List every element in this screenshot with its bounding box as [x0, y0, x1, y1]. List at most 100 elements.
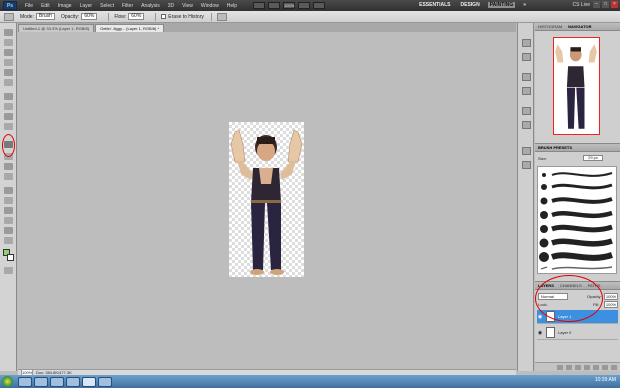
options-bar: Mode: Brush Opacity: 60% Flow: 60% Erase…	[0, 11, 620, 23]
menu-edit[interactable]: Edit	[41, 3, 50, 9]
arrange-documents-button[interactable]	[313, 2, 326, 9]
taskbar-app-icon[interactable]	[98, 376, 112, 387]
masks-panel-icon[interactable]	[522, 121, 531, 129]
windows-taskbar: 10:39 AM	[0, 375, 620, 388]
window-controls: – □ ×	[591, 1, 618, 8]
layer-row-layer-0[interactable]: ◉ Layer 0	[537, 326, 618, 340]
lasso-tool-icon[interactable]	[4, 49, 13, 56]
marquee-tool-icon[interactable]	[4, 39, 13, 46]
swatches-panel-icon[interactable]	[522, 87, 531, 95]
system-clock[interactable]: 10:39 AM	[595, 377, 616, 383]
workspace-painting[interactable]: PAINTING	[487, 2, 516, 8]
layer-fill-field[interactable]: 100%	[604, 301, 618, 308]
3d-rotate-tool-icon[interactable]	[4, 227, 13, 234]
menu-analysis[interactable]: Analysis	[141, 3, 160, 9]
new-layer-icon[interactable]	[602, 364, 608, 370]
background-color-swatch[interactable]	[7, 254, 14, 261]
navigator-preview[interactable]	[553, 37, 600, 135]
zoom-tool-icon[interactable]	[4, 237, 13, 244]
history-brush-tool-icon[interactable]	[4, 123, 13, 130]
menu-help[interactable]: Help	[227, 3, 237, 9]
menu-file[interactable]: File	[25, 3, 33, 9]
menu-3d[interactable]: 3D	[168, 3, 174, 9]
taskbar-explorer-icon[interactable]	[34, 376, 48, 387]
quick-mask-icon[interactable]	[4, 267, 13, 274]
crop-tool-icon[interactable]	[4, 69, 13, 76]
taskbar-media-player-icon[interactable]	[50, 376, 64, 387]
eyedropper-tool-icon[interactable]	[4, 79, 13, 86]
clone-source-panel-icon[interactable]	[522, 161, 531, 169]
close-icon[interactable]: ×	[611, 1, 618, 8]
photoshop-logo: Ps	[3, 1, 17, 10]
workspace-design[interactable]: DESIGN	[459, 2, 482, 8]
brush-panel-icon[interactable]	[522, 147, 531, 155]
actions-panel-icon[interactable]	[522, 53, 531, 61]
opacity-field[interactable]: 60%	[81, 13, 98, 20]
pen-tool-icon[interactable]	[4, 187, 13, 194]
brush-preset-list[interactable]	[537, 166, 617, 274]
menu-select[interactable]: Select	[100, 3, 114, 9]
blur-tool-icon[interactable]	[4, 163, 13, 170]
start-button[interactable]	[2, 376, 13, 387]
taskbar-firefox-icon[interactable]	[66, 376, 80, 387]
layers-panel-footer	[535, 362, 620, 371]
menu-image[interactable]: Image	[58, 3, 72, 9]
menu-layer[interactable]: Layer	[80, 3, 93, 9]
cs-live-button[interactable]: CS Live	[572, 2, 590, 8]
adjustments-panel-icon[interactable]	[522, 107, 531, 115]
bridge-button[interactable]	[253, 2, 266, 9]
flow-field[interactable]: 60%	[128, 13, 145, 20]
healing-brush-tool-icon[interactable]	[4, 93, 13, 100]
tablet-pressure-icon[interactable]	[216, 12, 227, 21]
taskbar-photoshop-icon[interactable]	[82, 376, 96, 387]
mini-bridge-button[interactable]	[268, 2, 281, 9]
navigator-panel-header: HISTOGRAM NAVIGATOR	[535, 23, 620, 31]
move-tool-icon[interactable]	[4, 29, 13, 36]
adjustment-layer-icon[interactable]	[584, 364, 590, 370]
tab-histogram[interactable]: HISTOGRAM	[538, 24, 562, 29]
erase-to-history-label: Erase to History	[168, 13, 204, 20]
divider	[155, 12, 157, 21]
delete-layer-icon[interactable]	[611, 364, 617, 370]
canvas-area[interactable]	[18, 32, 516, 371]
brush-stroke-previews	[539, 172, 613, 270]
clone-stamp-tool-icon[interactable]	[4, 113, 13, 120]
brush-tool-icon[interactable]	[4, 103, 13, 110]
navigator-thumbnail	[555, 44, 597, 129]
eraser-tool-preset-icon[interactable]	[4, 12, 14, 21]
shape-tool-icon[interactable]	[4, 217, 13, 224]
path-selection-tool-icon[interactable]	[4, 207, 13, 214]
tab-navigator[interactable]: NAVIGATOR	[568, 24, 591, 29]
color-panel-icon[interactable]	[522, 73, 531, 81]
history-panel-icon[interactable]	[522, 39, 531, 47]
new-group-icon[interactable]	[593, 364, 599, 370]
divider	[210, 12, 212, 21]
visibility-eye-icon[interactable]: ◉	[537, 330, 543, 336]
minimize-icon[interactable]: –	[593, 1, 600, 8]
add-mask-icon[interactable]	[575, 364, 581, 370]
menu-filter[interactable]: Filter	[122, 3, 133, 9]
mode-dropdown[interactable]: Brush	[35, 13, 55, 20]
quick-selection-tool-icon[interactable]	[4, 59, 13, 66]
document-canvas[interactable]	[229, 122, 304, 277]
menu-view[interactable]: View	[182, 3, 193, 9]
link-layers-icon[interactable]	[557, 364, 563, 370]
layer-style-icon[interactable]	[566, 364, 572, 370]
zoom-level-selector[interactable]: 100%	[283, 2, 296, 9]
tab-active-document[interactable]: Gettin' Jiggy... (Layer 1, RGB/8) *	[95, 24, 165, 32]
brush-size-field[interactable]: 29 px	[583, 155, 603, 161]
taskbar-ie-icon[interactable]	[18, 376, 32, 387]
maximize-icon[interactable]: □	[602, 1, 609, 8]
workspace-more[interactable]: »	[521, 2, 528, 8]
tools-panel	[0, 23, 17, 371]
dodge-tool-icon[interactable]	[4, 173, 13, 180]
layer-opacity-field[interactable]: 100%	[604, 293, 618, 300]
erase-to-history-checkbox[interactable]	[161, 14, 167, 19]
menu-window[interactable]: Window	[201, 3, 219, 9]
visibility-eye-icon[interactable]: ◉	[537, 314, 543, 320]
tab-untitled[interactable]: Untitled-1 @ 33.3% (Layer 1, RGB/8)	[18, 24, 95, 32]
workspace-essentials[interactable]: ESSENTIALS	[417, 2, 452, 8]
hand-tool-icon[interactable]	[298, 2, 311, 9]
type-tool-icon[interactable]	[4, 197, 13, 204]
brush-presets-title[interactable]: BRUSH PRESETS	[538, 145, 572, 150]
